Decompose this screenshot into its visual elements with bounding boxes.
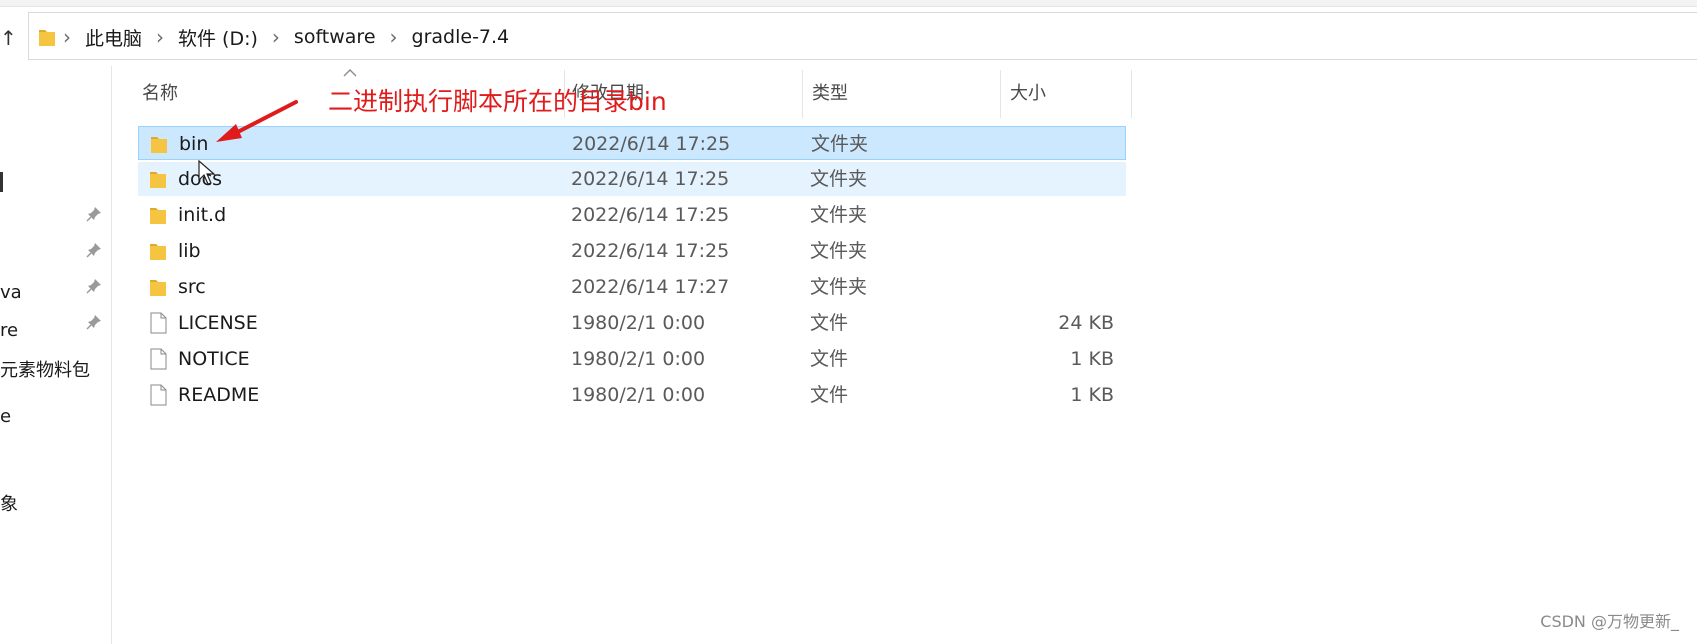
folder-icon: [37, 26, 57, 52]
file-row-license[interactable]: LICENSE 1980/2/1 0:00 文件 24 KB: [138, 306, 1126, 340]
pin-icon[interactable]: [86, 314, 102, 330]
file-modified: 2022/6/14 17:25: [572, 133, 731, 155]
folder-icon: [149, 133, 169, 159]
file-row-notice[interactable]: NOTICE 1980/2/1 0:00 文件 1 KB: [138, 342, 1126, 376]
breadcrumb: › 此电脑 › 软件 (D:) › software › gradle-7.4: [63, 13, 509, 61]
pin-icon[interactable]: [86, 278, 102, 294]
nav-item-e[interactable]: e: [0, 406, 11, 427]
address-bar[interactable]: › 此电脑 › 软件 (D:) › software › gradle-7.4: [28, 12, 1697, 60]
annotation-arrow-icon: [216, 100, 298, 142]
file-name: lib: [178, 240, 201, 262]
breadcrumb-this-pc[interactable]: 此电脑: [85, 24, 142, 51]
chevron-right-icon[interactable]: ›: [272, 25, 280, 49]
folder-icon: [148, 204, 168, 230]
pin-icon[interactable]: [86, 206, 102, 222]
file-name: README: [178, 384, 260, 406]
folder-icon: [148, 168, 168, 194]
file-type: 文件夹: [811, 133, 869, 155]
file-type: 文件: [810, 384, 849, 406]
file-icon: [148, 384, 168, 410]
column-header-name[interactable]: 名称: [142, 70, 178, 118]
nav-item-software[interactable]: re: [0, 320, 18, 341]
file-modified: 2022/6/14 17:25: [571, 168, 730, 190]
file-modified: 2022/6/14 17:27: [571, 276, 730, 298]
file-row-docs[interactable]: docs 2022/6/14 17:25 文件夹: [138, 162, 1126, 196]
file-name: src: [178, 276, 206, 298]
nav-item-java[interactable]: va: [0, 282, 22, 303]
file-name: bin: [179, 133, 209, 155]
breadcrumb-gradle[interactable]: gradle-7.4: [412, 26, 510, 48]
file-type: 文件夹: [810, 204, 868, 226]
file-size: 1 KB: [1070, 348, 1114, 370]
watermark: CSDN @万物更新_: [1540, 612, 1679, 631]
file-type: 文件夹: [810, 168, 868, 190]
file-size: 1 KB: [1070, 384, 1114, 406]
up-button[interactable]: ↑: [0, 24, 17, 52]
file-type: 文件: [810, 348, 849, 370]
file-size: 24 KB: [1058, 312, 1114, 334]
column-divider[interactable]: [802, 70, 803, 118]
file-modified: 1980/2/1 0:00: [571, 348, 706, 370]
file-modified: 2022/6/14 17:25: [571, 240, 730, 262]
column-divider[interactable]: [1000, 70, 1001, 118]
mouse-cursor-icon: [198, 160, 216, 185]
breadcrumb-software[interactable]: software: [294, 26, 376, 48]
chevron-right-icon[interactable]: ›: [63, 25, 71, 49]
chevron-right-icon[interactable]: ›: [390, 25, 398, 49]
folder-icon: [148, 276, 168, 302]
file-row-lib[interactable]: lib 2022/6/14 17:25 文件夹: [138, 234, 1126, 268]
file-modified: 1980/2/1 0:00: [571, 384, 706, 406]
file-name: NOTICE: [178, 348, 250, 370]
window-top-strip: [0, 0, 1697, 7]
chevron-right-icon[interactable]: ›: [156, 25, 164, 49]
file-modified: 2022/6/14 17:25: [571, 204, 730, 226]
pin-icon[interactable]: [86, 242, 102, 258]
file-row-init-d[interactable]: init.d 2022/6/14 17:25 文件夹: [138, 198, 1126, 232]
file-row-readme[interactable]: README 1980/2/1 0:00 文件 1 KB: [138, 378, 1126, 412]
column-header-size[interactable]: 大小: [1010, 70, 1046, 118]
file-icon: [148, 312, 168, 338]
nav-item-fragment-2[interactable]: 象: [0, 490, 18, 516]
column-header-type[interactable]: 类型: [812, 70, 848, 118]
file-type: 文件: [810, 312, 849, 334]
file-row-src[interactable]: src 2022/6/14 17:27 文件夹: [138, 270, 1126, 304]
file-name: LICENSE: [178, 312, 258, 334]
annotation-label: 二进制执行脚本所在的目录bin: [328, 87, 667, 116]
file-name: init.d: [178, 204, 227, 226]
nav-item-assets[interactable]: 元素物料包: [0, 356, 90, 382]
folder-icon: [148, 240, 168, 266]
file-type: 文件夹: [810, 276, 868, 298]
breadcrumb-drive-d[interactable]: 软件 (D:): [178, 24, 258, 51]
file-type: 文件夹: [810, 240, 868, 262]
column-divider[interactable]: [1131, 70, 1132, 118]
file-modified: 1980/2/1 0:00: [571, 312, 706, 334]
file-icon: [148, 348, 168, 374]
navigation-pane: va re 元素物料包 e 象: [0, 66, 112, 644]
nav-item-fragment[interactable]: [0, 172, 3, 192]
